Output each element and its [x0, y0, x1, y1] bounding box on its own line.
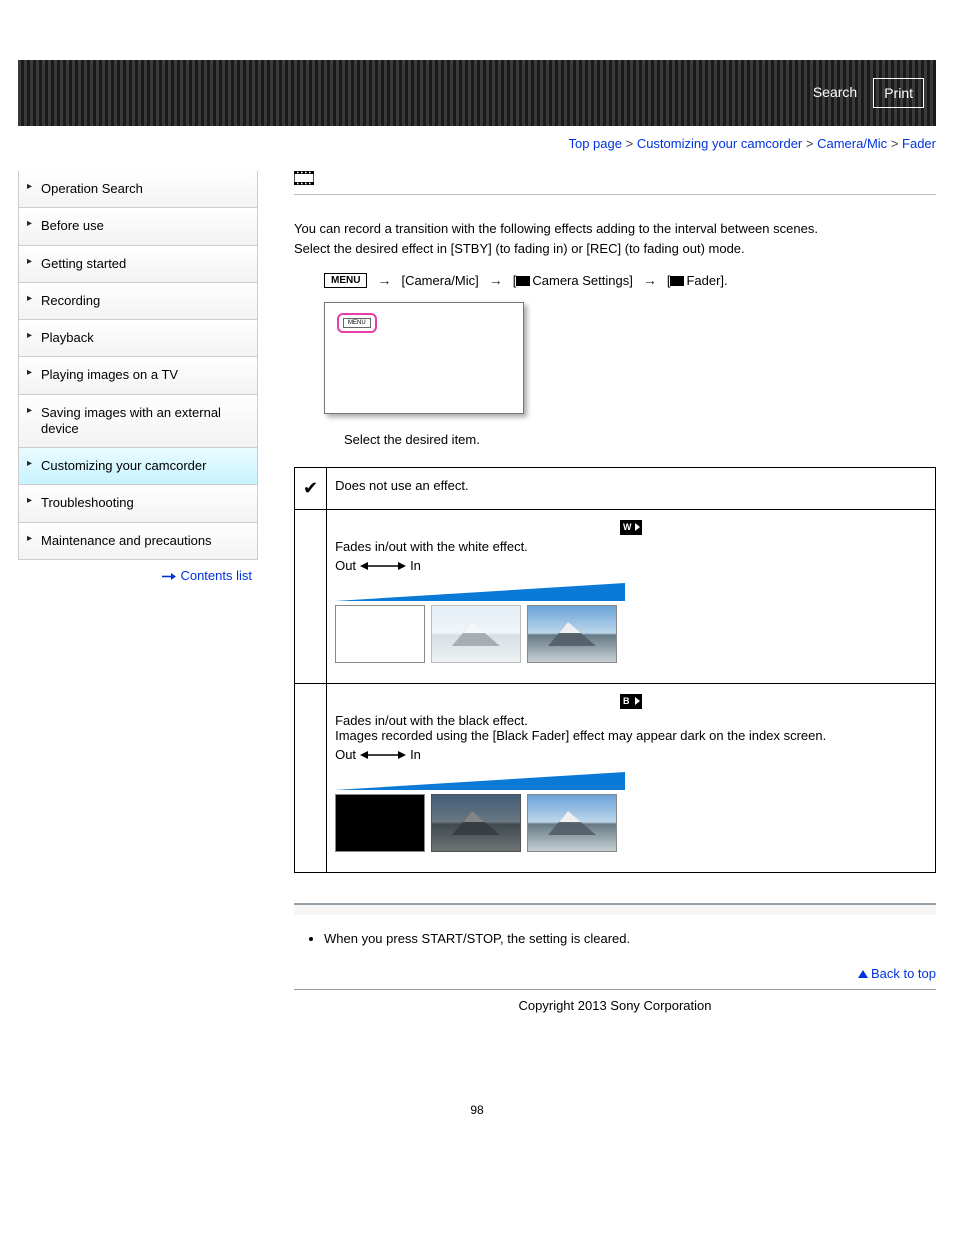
arrow-right-icon: →	[377, 272, 391, 288]
fader-icon	[670, 276, 684, 286]
sidebar-item-customizing[interactable]: Customizing your camcorder	[19, 447, 257, 484]
options-table: ✔ Does not use an effect. W Fades in/out…	[294, 467, 936, 873]
white-fader-icon: W	[620, 520, 642, 535]
breadcrumb: Top page > Customizing your camcorder > …	[18, 126, 936, 171]
sidebar-item-before-use[interactable]: Before use	[19, 207, 257, 244]
option-row-white: W Fades in/out with the white effect. Ou…	[295, 510, 936, 684]
camera-settings-icon	[516, 276, 530, 286]
white-fader-desc: Fades in/out with the white effect.	[335, 539, 927, 554]
arrow-right-icon: →	[643, 272, 657, 288]
thumb-full	[527, 794, 617, 852]
thumb-black	[335, 794, 425, 852]
intro-text: You can record a transition with the fol…	[294, 219, 936, 258]
thumb-dark	[431, 794, 521, 852]
black-fader-icon: B	[620, 694, 642, 709]
header-bar: Search Print	[18, 60, 936, 126]
breadcrumb-customizing[interactable]: Customizing your camcorder	[637, 136, 802, 151]
option-off-desc: Does not use an effect.	[327, 468, 936, 510]
search-button[interactable]: Search	[803, 78, 867, 108]
print-button[interactable]: Print	[873, 78, 924, 108]
arrow-right-icon: →	[489, 272, 503, 288]
triangle-up-icon	[858, 970, 868, 978]
option-row-off: ✔ Does not use an effect.	[295, 468, 936, 510]
sidebar-item-recording[interactable]: Recording	[19, 282, 257, 319]
copyright-text: Copyright 2013 Sony Corporation	[294, 990, 936, 1053]
sidebar-item-saving-external[interactable]: Saving images with an external device	[19, 394, 257, 448]
sidebar-item-maintenance[interactable]: Maintenance and precautions	[19, 522, 257, 559]
notes-divider	[294, 903, 936, 915]
thumb-full	[527, 605, 617, 663]
sidebar-item-troubleshooting[interactable]: Troubleshooting	[19, 484, 257, 521]
sidebar-nav: Operation Search Before use Getting star…	[18, 171, 258, 560]
option-row-black: B Fades in/out with the black effect. Im…	[295, 684, 936, 873]
path-fader: [Fader].	[667, 273, 728, 288]
menu-highlight: MENU	[337, 313, 377, 333]
white-fade-diagram	[335, 583, 927, 673]
contents-list-link[interactable]: Contents list	[18, 560, 258, 591]
film-icon	[294, 171, 936, 188]
sidebar-item-getting-started[interactable]: Getting started	[19, 245, 257, 282]
breadcrumb-camera-mic[interactable]: Camera/Mic	[817, 136, 887, 151]
black-fade-diagram	[335, 772, 927, 862]
sidebar-item-playing-tv[interactable]: Playing images on a TV	[19, 356, 257, 393]
back-to-top-link[interactable]: Back to top	[294, 962, 936, 989]
note-item: When you press START/STOP, the setting i…	[324, 931, 936, 946]
thumb-faded	[431, 605, 521, 663]
path-camera-mic: [Camera/Mic]	[401, 273, 478, 288]
path-camera-settings: [Camera Settings]	[513, 273, 633, 288]
page-number: 98	[18, 1053, 936, 1137]
sidebar-item-operation-search[interactable]: Operation Search	[19, 171, 257, 207]
thumb-white	[335, 605, 425, 663]
menu-path: MENU → [Camera/Mic] → [Camera Settings] …	[294, 272, 936, 288]
select-instruction: Select the desired item.	[294, 432, 936, 447]
breadcrumb-top[interactable]: Top page	[568, 136, 622, 151]
out-in-indicator: Out In	[335, 747, 927, 762]
black-fader-desc: Fades in/out with the black effect.	[335, 713, 927, 728]
checkmark-icon: ✔	[295, 468, 327, 510]
out-in-indicator: Out In	[335, 558, 927, 573]
notes-list: When you press START/STOP, the setting i…	[324, 931, 936, 946]
arrow-right-icon	[162, 573, 176, 580]
black-fader-note: Images recorded using the [Black Fader] …	[335, 728, 927, 743]
sidebar-item-playback[interactable]: Playback	[19, 319, 257, 356]
menu-badge: MENU	[324, 273, 367, 288]
breadcrumb-current[interactable]: Fader	[902, 136, 936, 151]
camcorder-screen-preview: MENU	[324, 302, 524, 414]
